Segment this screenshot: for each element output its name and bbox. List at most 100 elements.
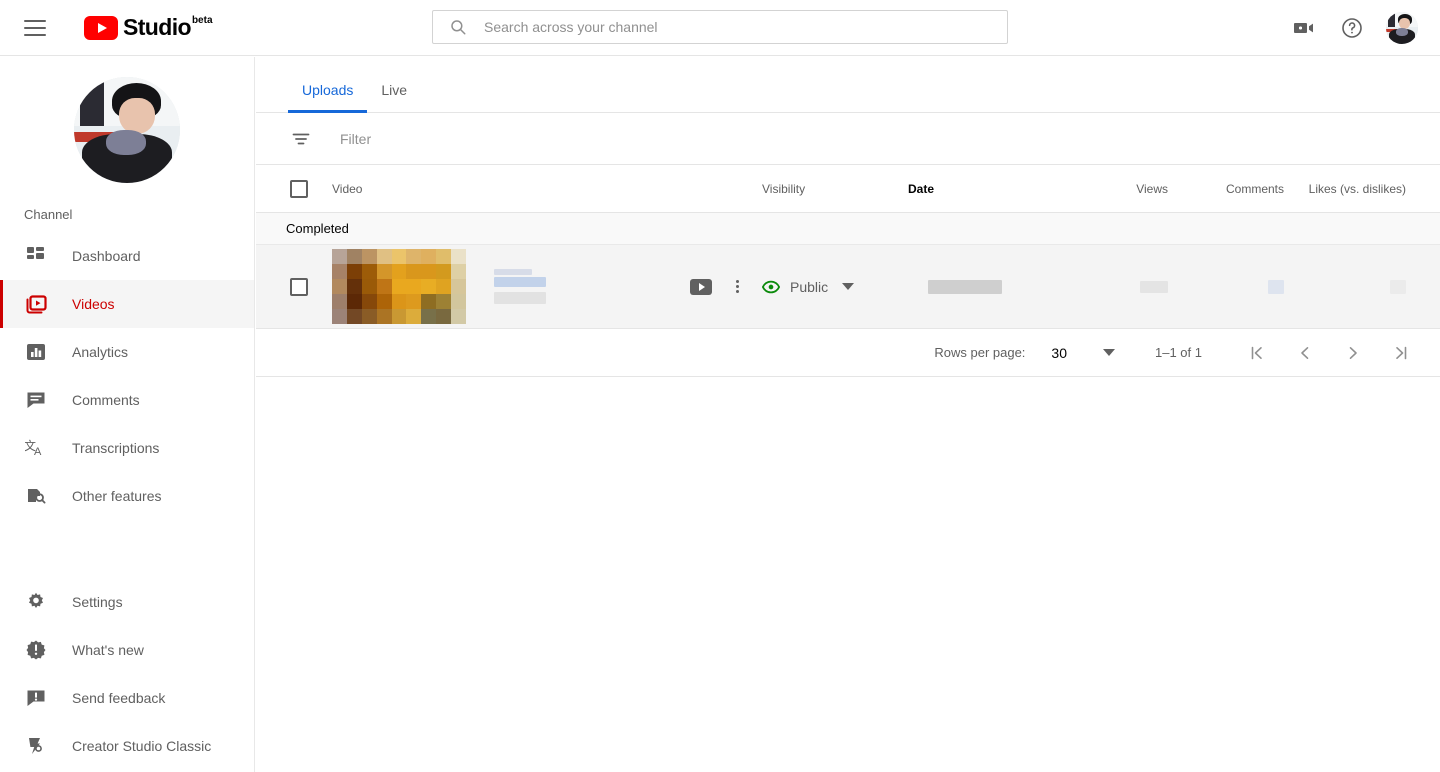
- account-avatar[interactable]: [1386, 12, 1418, 44]
- thumbnail-pixel: [406, 278, 422, 295]
- thumbnail-pixel: [436, 309, 452, 325]
- sidebar-item-settings[interactable]: Settings: [0, 578, 254, 626]
- sidebar-item-label: Other features: [72, 488, 162, 504]
- thumbnail-pixel: [406, 309, 422, 325]
- select-all-checkbox[interactable]: [290, 179, 308, 198]
- thumbnail-pixel: [332, 248, 347, 264]
- thumbnail-pixel: [376, 278, 392, 295]
- group-header-completed: Completed: [256, 213, 1440, 245]
- watch-on-youtube-icon[interactable]: [690, 278, 712, 295]
- sidebar-item-label: Dashboard: [72, 248, 141, 264]
- sidebar-item-label: What's new: [72, 642, 144, 658]
- sidebar-item-other-features[interactable]: Other features: [0, 472, 254, 520]
- search-icon: [449, 18, 467, 36]
- next-page-icon[interactable]: [1342, 342, 1364, 364]
- row-select-cell: [256, 277, 332, 296]
- thumbnail-pixel: [391, 309, 407, 325]
- sidebar-item-transcriptions[interactable]: 文 A Transcriptions: [0, 424, 254, 472]
- column-header-likes[interactable]: Likes (vs. dislikes): [1284, 182, 1440, 196]
- tab-label: Live: [381, 82, 408, 98]
- visibility-chevron-down-icon[interactable]: [842, 278, 855, 296]
- sidebar-item-creator-studio-classic[interactable]: Creator Studio Classic: [0, 722, 254, 770]
- hamburger-line: [24, 26, 46, 29]
- filter-icon[interactable]: [290, 128, 312, 150]
- channel-avatar[interactable]: [74, 77, 180, 183]
- thumbnail-pixel: [361, 294, 377, 310]
- thumbnail-pixel: [346, 248, 362, 264]
- search-box[interactable]: [432, 10, 1008, 44]
- thumbnail-pixel: [376, 248, 392, 264]
- sidebar-item-dashboard[interactable]: Dashboard: [0, 232, 254, 280]
- column-header-views[interactable]: Views: [1080, 182, 1168, 196]
- hamburger-line: [24, 33, 46, 36]
- filter-bar: Filter: [256, 113, 1440, 165]
- thumbnail-pixel: [421, 263, 437, 279]
- thumbnail-pixel: [436, 278, 452, 295]
- dashboard-icon: [24, 244, 48, 268]
- tab-uploads[interactable]: Uploads: [288, 82, 368, 113]
- sidebar-item-label: Send feedback: [72, 690, 166, 706]
- help-icon[interactable]: [1338, 14, 1366, 42]
- sidebar-item-videos[interactable]: Videos: [0, 280, 254, 328]
- column-header-video[interactable]: Video: [332, 182, 762, 196]
- column-header-date[interactable]: Date: [908, 182, 1080, 196]
- create-video-icon[interactable]: [1290, 14, 1318, 42]
- sidebar: Channel Dashboard Videos Analytics Comme…: [0, 57, 255, 772]
- date-redaction-block: [928, 279, 1002, 294]
- rows-per-page-value[interactable]: 30: [1051, 345, 1067, 361]
- sidebar-item-label: Videos: [72, 296, 115, 312]
- rows-per-page-chevron-down-icon[interactable]: [1103, 345, 1115, 360]
- studio-logo[interactable]: Studio beta: [84, 14, 213, 42]
- first-page-icon[interactable]: [1246, 342, 1268, 364]
- other-features-icon: [24, 484, 48, 508]
- thumbnail-pixel: [376, 263, 392, 279]
- send-feedback-icon: [24, 686, 48, 710]
- thumbnail-pixel: [346, 294, 362, 310]
- last-page-icon[interactable]: [1390, 342, 1412, 364]
- table-header-row: Video Visibility Date Views Comments Lik…: [256, 165, 1440, 213]
- options-kebab-icon[interactable]: [728, 278, 746, 296]
- thumbnail-pixel: [332, 309, 347, 325]
- thumbnail-pixel: [346, 309, 362, 325]
- channel-avatar-image: [74, 77, 180, 183]
- filter-input[interactable]: Filter: [340, 131, 371, 147]
- thumbnail-pixel: [451, 309, 466, 325]
- row-hover-actions: [690, 278, 746, 296]
- avatar-image: [1386, 12, 1418, 44]
- tab-label: Uploads: [302, 82, 354, 98]
- thumbnail-pixel: [361, 248, 377, 264]
- thumbnail-pixel: [346, 278, 362, 295]
- comments-redaction-block: [1268, 279, 1284, 294]
- row-checkbox[interactable]: [290, 277, 308, 296]
- thumbnail-pixel: [406, 248, 422, 264]
- pagination-range-label: 1–1 of 1: [1155, 345, 1202, 360]
- search-input[interactable]: [482, 11, 1007, 43]
- sidebar-item-comments[interactable]: Comments: [0, 376, 254, 424]
- video-title-redacted: [476, 269, 676, 304]
- sidebar-item-label: Creator Studio Classic: [72, 738, 212, 754]
- thumbnail-pixel: [361, 309, 377, 325]
- sidebar-item-send-feedback[interactable]: Send feedback: [0, 674, 254, 722]
- hamburger-menu-icon[interactable]: [24, 16, 48, 40]
- sidebar-item-analytics[interactable]: Analytics: [0, 328, 254, 376]
- public-eye-icon: [762, 278, 780, 296]
- main-content: Uploads Live Filter Video Visibility Dat…: [256, 57, 1440, 772]
- thumbnail-pixel: [436, 248, 452, 264]
- thumbnail-pixel: [421, 278, 437, 295]
- thumbnail-pixel: [332, 263, 347, 279]
- thumbnail-pixel: [436, 263, 452, 279]
- video-thumbnail[interactable]: [332, 248, 466, 325]
- table-row[interactable]: Public: [256, 245, 1440, 329]
- thumbnail-pixel: [421, 309, 437, 325]
- thumbnail-pixel: [451, 294, 466, 310]
- sidebar-item-whats-new[interactable]: What's new: [0, 626, 254, 674]
- column-header-visibility[interactable]: Visibility: [762, 182, 908, 196]
- previous-page-icon[interactable]: [1294, 342, 1316, 364]
- sidebar-section-label: Channel: [24, 207, 73, 222]
- thumbnail-pixel: [376, 294, 392, 310]
- tab-live[interactable]: Live: [367, 82, 421, 112]
- search-container: [432, 10, 1008, 44]
- thumbnail-pixel: [451, 248, 466, 264]
- column-header-comments[interactable]: Comments: [1168, 182, 1284, 196]
